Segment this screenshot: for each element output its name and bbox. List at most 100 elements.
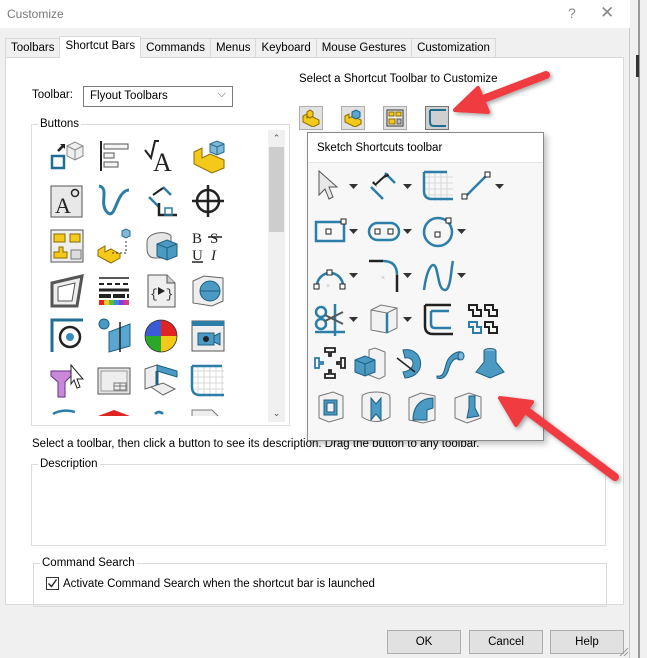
tab-commands[interactable]: Commands bbox=[140, 38, 211, 58]
arc-dropdown-arrow[interactable] bbox=[348, 257, 358, 293]
explode-view-icon[interactable] bbox=[141, 361, 181, 401]
buttons-scrollbar[interactable]: ⌃ ⌄ bbox=[268, 130, 285, 422]
rectangle-dropdown-arrow[interactable] bbox=[348, 213, 358, 249]
sketch-icon bbox=[429, 109, 446, 127]
svg-text:A: A bbox=[153, 148, 172, 174]
rectangle-icon[interactable] bbox=[312, 213, 348, 249]
sketch-grid-icon[interactable] bbox=[420, 168, 456, 204]
partial-icon-1[interactable] bbox=[47, 406, 87, 422]
circle-icon[interactable] bbox=[420, 213, 456, 249]
scrollbar-thumb[interactable] bbox=[269, 147, 284, 232]
extruded-cut-icon[interactable] bbox=[312, 389, 348, 425]
trim-entities-icon[interactable] bbox=[312, 301, 348, 337]
tab-strip: Toolbars Shortcut Bars Commands Menus Ke… bbox=[5, 36, 496, 58]
note-annotation-icon[interactable]: A bbox=[47, 181, 87, 221]
line-format-icon[interactable] bbox=[94, 271, 134, 311]
tab-mouse-gestures[interactable]: Mouse Gestures bbox=[315, 38, 413, 58]
spline-icon[interactable] bbox=[94, 181, 134, 221]
slot-dropdown-arrow[interactable] bbox=[402, 213, 412, 249]
spline-icon[interactable] bbox=[420, 257, 456, 293]
lofted-cut-icon[interactable] bbox=[450, 389, 486, 425]
resize-grip-icon[interactable] bbox=[617, 645, 629, 657]
sketch-grid-icon[interactable] bbox=[188, 361, 228, 401]
align-left-icon[interactable] bbox=[94, 136, 134, 176]
section-view-icon[interactable] bbox=[188, 271, 228, 311]
fillet-dropdown-arrow[interactable] bbox=[402, 257, 412, 293]
line-icon[interactable] bbox=[458, 168, 494, 204]
drawing-icon bbox=[386, 109, 404, 127]
command-search-checkbox-row[interactable]: Activate Command Search when the shortcu… bbox=[46, 577, 375, 590]
wrap-feature-icon[interactable] bbox=[141, 226, 181, 266]
partial-icon-2[interactable] bbox=[94, 406, 134, 422]
tab-menus[interactable]: Menus bbox=[209, 38, 257, 58]
arc-icon[interactable]: × bbox=[312, 257, 348, 293]
appearance-ball-icon[interactable] bbox=[141, 316, 181, 356]
macro-run-icon[interactable]: { } bbox=[141, 271, 181, 311]
cancel-button[interactable]: Cancel bbox=[469, 630, 543, 654]
sheet-format-icon[interactable] bbox=[94, 361, 134, 401]
partial-icon-3[interactable] bbox=[141, 406, 181, 422]
svg-text:×: × bbox=[381, 275, 385, 282]
swept-boss-icon[interactable] bbox=[432, 345, 468, 381]
extruded-boss-icon[interactable] bbox=[352, 345, 388, 381]
smart-dimension-text-icon[interactable]: A bbox=[141, 136, 181, 176]
lofted-boss-icon[interactable] bbox=[472, 345, 508, 381]
background-window-edge bbox=[631, 0, 647, 658]
chevron-down-icon: ⌵ bbox=[217, 88, 226, 100]
offset-entities-icon[interactable] bbox=[420, 301, 456, 337]
mate-reference-icon[interactable] bbox=[94, 226, 134, 266]
partial-icon-4[interactable] bbox=[188, 406, 228, 422]
reference-plane-icon[interactable] bbox=[94, 316, 134, 356]
part-features-icon[interactable] bbox=[188, 136, 228, 176]
window-title: Customize bbox=[7, 7, 64, 21]
smart-dimension-icon[interactable] bbox=[366, 168, 402, 204]
hole-callout-icon[interactable] bbox=[47, 316, 87, 356]
tab-keyboard[interactable]: Keyboard bbox=[255, 38, 317, 58]
dimension-xpert-icon[interactable] bbox=[141, 181, 181, 221]
convert-dropdown-arrow[interactable] bbox=[402, 301, 412, 337]
part-shortcut-button[interactable] bbox=[299, 106, 323, 130]
scroll-down-icon[interactable]: ⌄ bbox=[268, 405, 285, 422]
ok-button[interactable]: OK bbox=[387, 630, 461, 654]
revolved-boss-icon[interactable] bbox=[392, 345, 428, 381]
tab-toolbars[interactable]: Toolbars bbox=[5, 38, 61, 58]
fillet-icon[interactable]: × bbox=[366, 257, 402, 293]
close-icon[interactable]: ✕ bbox=[600, 3, 614, 23]
select-pointer-icon[interactable] bbox=[312, 168, 348, 204]
mirror-entities-icon[interactable] bbox=[464, 301, 500, 337]
scroll-up-icon[interactable]: ⌃ bbox=[268, 130, 285, 147]
camera-view-icon[interactable] bbox=[188, 316, 228, 356]
title-bar: Customize ? ✕ bbox=[0, 0, 630, 28]
trim-dropdown-arrow[interactable] bbox=[348, 301, 358, 337]
tab-customization[interactable]: Customization bbox=[411, 38, 496, 58]
tab-shortcut-bars[interactable]: Shortcut Bars bbox=[59, 36, 142, 58]
instant3d-icon[interactable] bbox=[47, 136, 87, 176]
layout-toolbar-icon[interactable] bbox=[47, 226, 87, 266]
command-search-checkbox[interactable] bbox=[46, 577, 59, 590]
description-legend: Description bbox=[40, 458, 98, 470]
linkage-sketch-icon[interactable] bbox=[47, 271, 87, 311]
assembly-icon bbox=[344, 109, 362, 127]
toolbar-dropdown-value: Flyout Toolbars bbox=[90, 90, 168, 102]
help-button[interactable]: Help bbox=[550, 630, 624, 654]
svg-text:A: A bbox=[55, 193, 71, 218]
swept-cut-icon[interactable] bbox=[404, 389, 440, 425]
font-style-icon[interactable]: BSUI bbox=[188, 226, 228, 266]
sketch-shortcut-button[interactable] bbox=[425, 106, 449, 130]
drawing-shortcut-button[interactable] bbox=[383, 106, 407, 130]
dimension-dropdown-arrow[interactable] bbox=[402, 168, 412, 204]
spline-dropdown-arrow[interactable] bbox=[456, 257, 466, 293]
popup-row bbox=[312, 389, 486, 425]
origin-crosshair-icon[interactable] bbox=[188, 181, 228, 221]
slot-icon[interactable] bbox=[366, 213, 402, 249]
convert-entities-icon[interactable] bbox=[366, 301, 402, 337]
line-dropdown-arrow[interactable] bbox=[494, 168, 504, 204]
toolbar-dropdown[interactable]: Flyout Toolbars ⌵ bbox=[83, 86, 233, 107]
revolved-cut-icon[interactable] bbox=[358, 389, 394, 425]
assembly-shortcut-button[interactable] bbox=[341, 106, 365, 130]
select-dropdown-arrow[interactable] bbox=[348, 168, 358, 204]
linear-pattern-icon[interactable] bbox=[312, 345, 348, 381]
help-icon[interactable]: ? bbox=[568, 5, 576, 21]
selection-filter-icon[interactable] bbox=[47, 361, 87, 401]
circle-dropdown-arrow[interactable] bbox=[456, 213, 466, 249]
